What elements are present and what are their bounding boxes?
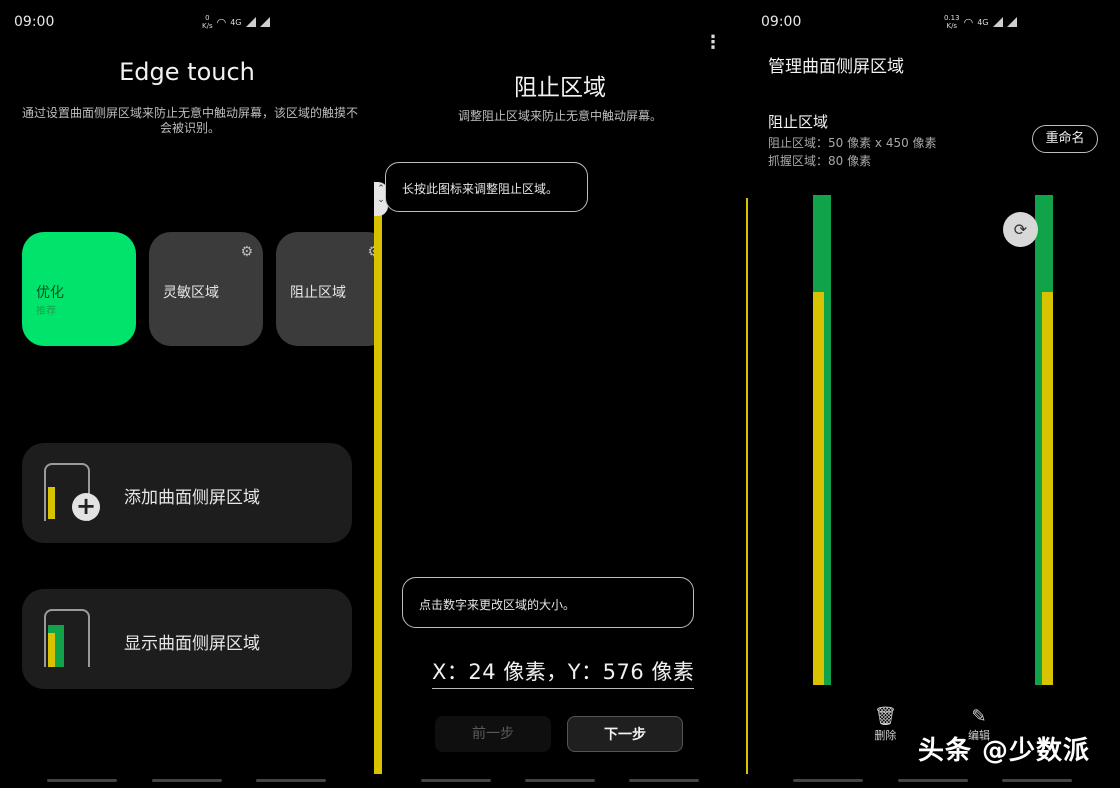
nav-pill	[152, 779, 222, 782]
block-zone-bar	[746, 198, 748, 774]
mode-tile-block[interactable]: ⚙ 阻止区域	[276, 232, 374, 346]
nav-pill	[47, 779, 117, 782]
signal-icon-2	[1006, 17, 1017, 27]
nav-pill	[898, 779, 968, 782]
status-icons: 0.13 K/s ◠ 4G	[944, 14, 1017, 30]
status-time: 09:00	[14, 14, 55, 30]
signal-icon	[992, 17, 1003, 27]
nav-pill	[793, 779, 863, 782]
trash-icon: 🗑	[874, 706, 897, 727]
coordinate-readout[interactable]: X：24 像素，Y：576 像素	[432, 656, 695, 689]
zone-preview-block	[813, 292, 824, 685]
card-label: 显示曲面侧屏区域	[124, 634, 260, 654]
zone-preview-block	[1042, 292, 1053, 685]
zone-preview-right	[1035, 195, 1053, 685]
page-description: 调整阻止区域来防止无意中触动屏幕。	[457, 109, 662, 123]
wifi-icon: ◠	[963, 15, 974, 29]
page-title: 管理曲面侧屏区域	[768, 57, 904, 77]
grip-info: 抓握区域：80 像素	[768, 154, 872, 168]
add-edge-zone-card[interactable]: + 添加曲面侧屏区域	[22, 443, 352, 543]
delete-button[interactable]: 🗑 删除	[874, 706, 897, 743]
card-label: 添加曲面侧屏区域	[124, 488, 260, 508]
mode-tile-optimize[interactable]: 优化 推荐	[22, 232, 136, 346]
signal-icon	[245, 17, 256, 27]
status-time: 09:00	[761, 14, 802, 30]
zone-name: 阻止区域	[768, 113, 829, 131]
tile-label: 灵敏区域	[163, 285, 219, 301]
page-description: 通过设置曲面侧屏区域来防止无意中触动屏幕，该区域的触摸不会被识别。	[21, 106, 358, 135]
page-title: 阻止区域	[514, 75, 606, 101]
network-type: 4G	[977, 17, 989, 27]
nav-pill	[629, 779, 699, 782]
gear-icon[interactable]: ⚙	[240, 244, 253, 260]
net-speed: 0 K/s	[202, 14, 213, 30]
plus-icon: +	[72, 493, 100, 521]
handle-tooltip: 长按此图标来调整阻止区域。	[385, 162, 588, 212]
block-zone-setup-screen: ⌃ ⌄ ⋮ 阻止区域 调整阻止区域来防止无意中触动屏幕。 长按此图标来调整阻止区域…	[374, 0, 746, 788]
nav-pill	[421, 779, 491, 782]
block-zone-bar[interactable]	[374, 208, 382, 774]
nav-pill	[1002, 779, 1072, 782]
network-type: 4G	[230, 17, 242, 27]
tile-label: 优化	[36, 285, 64, 301]
show-edge-zone-card[interactable]: 显示曲面侧屏区域	[22, 589, 352, 689]
wifi-icon: ◠	[216, 15, 227, 29]
tile-label: 阻止区域	[290, 285, 346, 301]
zone-preview-left	[813, 195, 831, 685]
page-title: Edge touch	[119, 58, 255, 86]
manage-edge-zones-screen: 09:00 0.13 K/s ◠ 4G 管理曲面侧屏区域 阻止区域 阻止区域：50…	[746, 0, 1120, 788]
prev-button[interactable]: 前一步	[435, 716, 551, 752]
edge-touch-home-screen: 09:00 0 K/s ◠ 4G Edge touch 通过设置曲面侧屏区域来防止…	[0, 0, 374, 788]
rename-button[interactable]: 重命名	[1032, 125, 1098, 153]
net-speed: 0.13 K/s	[944, 14, 960, 30]
next-button[interactable]: 下一步	[567, 716, 683, 752]
phone-zone-icon	[44, 609, 90, 667]
more-menu-icon[interactable]: ⋮	[704, 34, 722, 52]
watermark: 头条 @少数派	[918, 736, 1091, 766]
status-icons: 0 K/s ◠ 4G	[202, 14, 270, 30]
block-info: 阻止区域：50 像素 x 450 像素	[768, 136, 937, 150]
tile-sub-label: 推荐	[36, 306, 56, 317]
signal-icon-2	[259, 17, 270, 27]
numbers-tooltip: 点击数字来更改区域的大小。	[402, 577, 694, 628]
nav-pill	[525, 779, 595, 782]
nav-pill	[256, 779, 326, 782]
rotate-icon[interactable]: ⟳	[1003, 212, 1038, 247]
mode-tile-sensitive[interactable]: ⚙ 灵敏区域	[149, 232, 263, 346]
pencil-icon: ✎	[971, 706, 987, 727]
